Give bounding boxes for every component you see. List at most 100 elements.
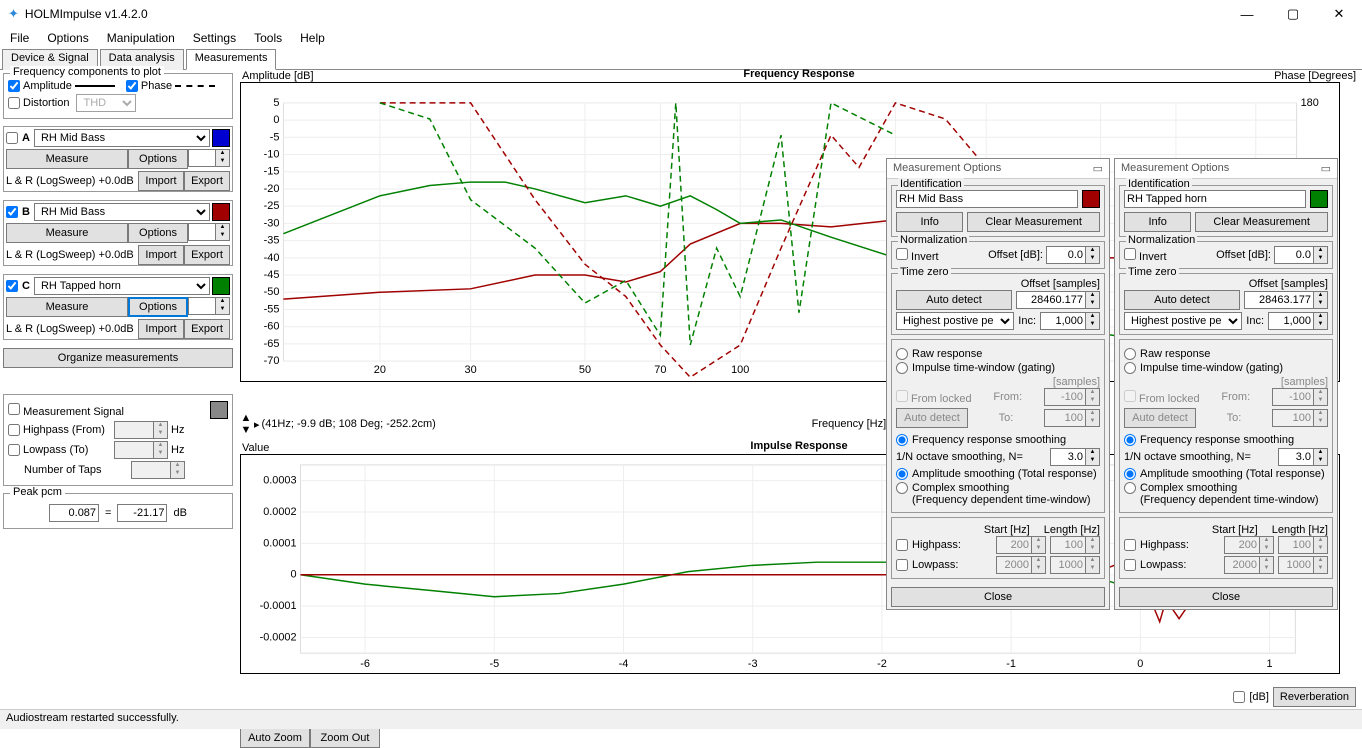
slot-c-color[interactable] [212, 277, 230, 295]
slot-c-name[interactable]: RH Tapped horn [34, 277, 210, 295]
slot-c-enable[interactable] [6, 280, 18, 292]
frs-radio[interactable] [1124, 434, 1136, 446]
slot-b-options[interactable]: Options [128, 223, 188, 243]
menu-file[interactable]: File [10, 31, 29, 45]
info-button[interactable]: Info [1124, 212, 1191, 232]
slot-b-color[interactable] [212, 203, 230, 221]
hp-checkbox[interactable] [8, 424, 20, 436]
amp-sm-radio[interactable] [1124, 468, 1136, 480]
auto-detect-button[interactable]: Auto detect [1124, 290, 1240, 310]
amp-sm-radio[interactable] [896, 468, 908, 480]
menu-tools[interactable]: Tools [254, 31, 282, 45]
app-icon: ✦ [8, 6, 19, 22]
ident-color[interactable] [1310, 190, 1328, 208]
offset-samples[interactable]: ▲▼ [1244, 291, 1328, 309]
offset-db[interactable]: ▲▼ [1046, 246, 1100, 264]
slot-a-import[interactable]: Import [138, 171, 184, 191]
ident-color[interactable] [1082, 190, 1100, 208]
meas-signal-checkbox[interactable] [8, 403, 20, 415]
gating-radio[interactable] [1124, 362, 1136, 374]
hp-value[interactable]: 500▲▼ [114, 421, 168, 439]
organize-button[interactable]: Organize measurements [3, 348, 233, 368]
slot-a-export[interactable]: Export [184, 171, 230, 191]
svg-text:-3: -3 [748, 658, 758, 670]
slot-b-export[interactable]: Export [184, 245, 230, 265]
zoom-out-button[interactable]: Zoom Out [310, 728, 380, 748]
offset-samples[interactable]: ▲▼ [1016, 291, 1100, 309]
meas-signal-color[interactable] [210, 401, 228, 419]
invert-checkbox[interactable] [1124, 248, 1136, 260]
inc-value[interactable]: ▲▼ [1268, 312, 1328, 330]
lp-checkbox[interactable] [8, 444, 20, 456]
distortion-checkbox[interactable] [8, 97, 20, 109]
meas-signal-group: Measurement Signal Highpass (From) 500▲▼… [3, 394, 233, 486]
slot-a-color[interactable] [212, 129, 230, 147]
tab-measurements[interactable]: Measurements [186, 49, 277, 70]
close-panel-button[interactable]: Close [891, 587, 1105, 607]
menu-help[interactable]: Help [300, 31, 325, 45]
close-button[interactable]: ✕ [1316, 0, 1362, 28]
info-button[interactable]: Info [896, 212, 963, 232]
meas-options-panel-c: Measurement Options▭ Identification Info… [1114, 158, 1338, 610]
oct-value[interactable]: ▲▼ [1278, 448, 1328, 466]
maximize-button[interactable]: ▢ [1270, 0, 1316, 28]
amplitude-checkbox[interactable] [8, 80, 20, 92]
peak-db-value[interactable] [117, 504, 167, 522]
oct-value[interactable]: ▲▼ [1050, 448, 1100, 466]
hp-checkbox2[interactable] [896, 539, 908, 551]
slot-c-options[interactable]: Options [128, 297, 188, 317]
lp-checkbox2[interactable] [896, 559, 908, 571]
cplx-radio[interactable] [1124, 482, 1136, 494]
slot-a-name[interactable]: RH Mid Bass [34, 129, 210, 147]
inc-value[interactable]: ▲▼ [1040, 312, 1100, 330]
tab-row: Device & Signal Data analysis Measuremen… [0, 48, 1362, 70]
lp-value[interactable]: 5000▲▼ [114, 441, 168, 459]
auto-zoom-button[interactable]: Auto Zoom [240, 728, 310, 748]
slot-c-export[interactable]: Export [184, 319, 230, 339]
auto-detect-button[interactable]: Auto detect [896, 290, 1012, 310]
slot-a-measure[interactable]: Measure [6, 149, 128, 169]
peak-mode-select[interactable]: Highest postive pe [1124, 312, 1242, 330]
from-value: ▲▼ [1044, 388, 1100, 406]
slot-b-measure[interactable]: Measure [6, 223, 128, 243]
slot-b-name[interactable]: RH Mid Bass [34, 203, 210, 221]
db-checkbox[interactable] [1233, 691, 1245, 703]
hp-checkbox2[interactable] [1124, 539, 1136, 551]
svg-text:-25: -25 [264, 200, 280, 212]
clear-button[interactable]: Clear Measurement [967, 212, 1100, 232]
ident-input[interactable] [896, 190, 1078, 208]
taps-value[interactable]: 501▲▼ [131, 461, 185, 479]
slot-c-import[interactable]: Import [138, 319, 184, 339]
invert-checkbox[interactable] [896, 248, 908, 260]
menu-settings[interactable]: Settings [193, 31, 236, 45]
reverberation-button[interactable]: Reverberation [1273, 687, 1356, 707]
tri-icon[interactable]: ▲▼ [240, 412, 252, 436]
close-panel-button[interactable]: Close [1119, 587, 1333, 607]
frs-radio[interactable] [896, 434, 908, 446]
minimize-button[interactable]: — [1224, 0, 1270, 28]
menu-options[interactable]: Options [47, 31, 88, 45]
peak-mode-select[interactable]: Highest postive pe [896, 312, 1014, 330]
raw-radio[interactable] [896, 348, 908, 360]
gating-radio[interactable] [896, 362, 908, 374]
slot-a-offset[interactable]: 0▲▼ [188, 149, 230, 167]
raw-radio[interactable] [1124, 348, 1136, 360]
slot-a-options[interactable]: Options [128, 149, 188, 169]
ident-input[interactable] [1124, 190, 1306, 208]
panel-close-icon[interactable]: ▭ [1093, 162, 1103, 175]
slot-b-offset[interactable]: 0▲▼ [188, 223, 230, 241]
offset-db[interactable]: ▲▼ [1274, 246, 1328, 264]
cplx-radio[interactable] [896, 482, 908, 494]
menu-manipulation[interactable]: Manipulation [107, 31, 175, 45]
slot-b-sweep: L & R (LogSweep) +0.0dB [6, 249, 138, 261]
clear-button[interactable]: Clear Measurement [1195, 212, 1328, 232]
panel-close-icon[interactable]: ▭ [1321, 162, 1331, 175]
slot-c-measure[interactable]: Measure [6, 297, 128, 317]
slot-b-enable[interactable] [6, 206, 18, 218]
slot-a-enable[interactable] [6, 132, 18, 144]
slot-b-import[interactable]: Import [138, 245, 184, 265]
peak-pcm-value[interactable] [49, 504, 99, 522]
phase-checkbox[interactable] [126, 80, 138, 92]
lp-checkbox2[interactable] [1124, 559, 1136, 571]
slot-c-offset[interactable]: 2▲▼ [188, 297, 230, 315]
